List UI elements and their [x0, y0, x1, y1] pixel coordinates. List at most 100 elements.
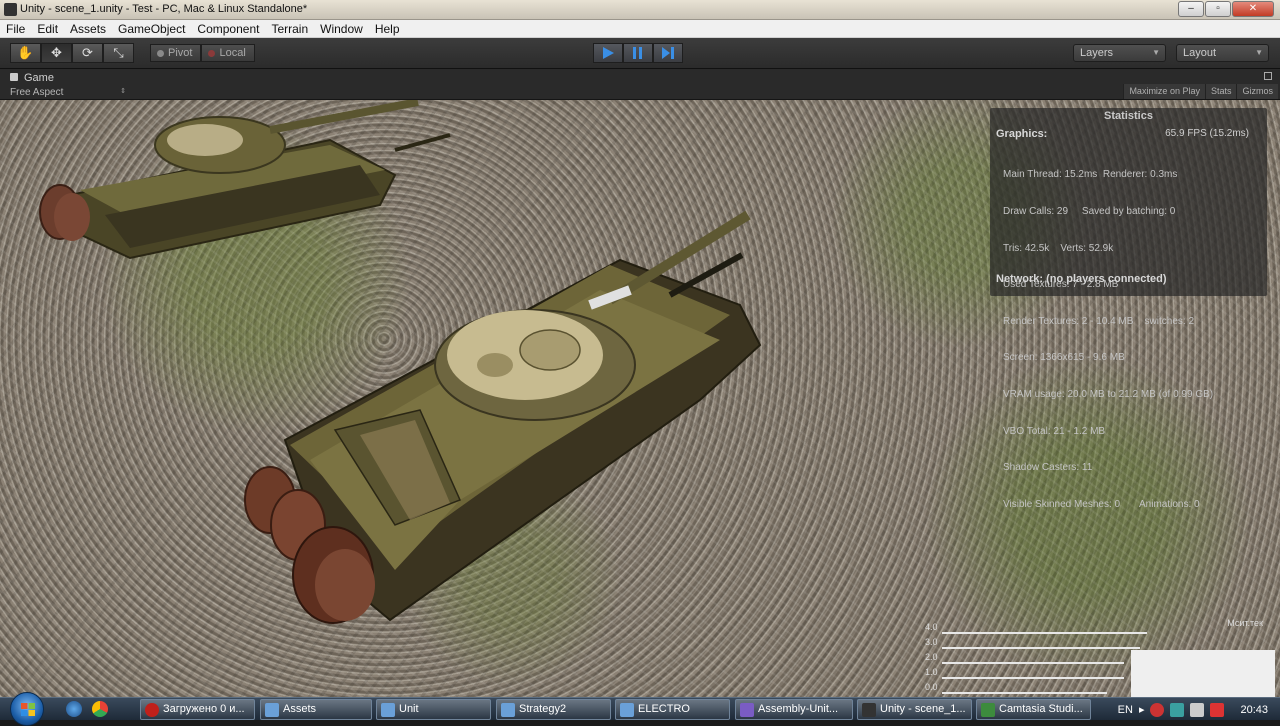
- rotate-icon: ⟳: [82, 45, 93, 60]
- menu-terrain[interactable]: Terrain: [265, 20, 314, 37]
- network-icon[interactable]: [1170, 702, 1185, 717]
- unity-icon: [862, 703, 876, 717]
- taskbar-button-label: Camtasia Studi...: [999, 703, 1083, 715]
- chevron-updown-icon: ⇕: [120, 88, 126, 95]
- folder-icon: [381, 703, 395, 717]
- statistics-title: Statistics: [1104, 110, 1153, 122]
- move-tool-button[interactable]: ✥: [41, 43, 72, 63]
- layers-label: Layers: [1080, 47, 1114, 59]
- windows-logo-icon: [21, 703, 35, 716]
- taskbar-button-label: Unity - scene_1...: [880, 703, 966, 715]
- step-icon: [662, 47, 674, 59]
- stat-line: VRAM usage: 20.0 MB to 21.2 MB (of 0.99 …: [1003, 389, 1214, 401]
- chrome-icon[interactable]: [92, 701, 108, 717]
- menu-assets[interactable]: Assets: [64, 20, 112, 37]
- meter-tick: 4.0: [925, 622, 938, 632]
- aspect-dropdown[interactable]: Free Aspect ⇕: [10, 87, 128, 98]
- minimize-button[interactable]: –: [1178, 1, 1204, 17]
- unity-app-icon: [4, 3, 17, 16]
- stat-line: Visible Skinned Meshes: 0 Animations: 0: [1003, 498, 1200, 510]
- layout-dropdown[interactable]: Layout ▼: [1176, 44, 1269, 62]
- meter-tick: 0.0: [925, 682, 938, 692]
- local-icon: [208, 49, 216, 57]
- taskbar-button[interactable]: Camtasia Studi...: [976, 699, 1091, 720]
- taskbar-button[interactable]: Unit: [376, 699, 491, 720]
- taskbar-button[interactable]: Assembly-Unit...: [735, 699, 853, 720]
- menu-help[interactable]: Help: [369, 20, 406, 37]
- game-tab-label: Game: [24, 72, 54, 84]
- taskbar-button-label: Strategy2: [519, 703, 567, 715]
- meter-bar: [942, 692, 1107, 694]
- taskbar-button-label: Assembly-Unit...: [758, 703, 839, 715]
- game-options: Maximize on Play Stats Gizmos: [1123, 84, 1278, 99]
- start-button[interactable]: [10, 692, 44, 726]
- taskbar-button[interactable]: Assets: [260, 699, 372, 720]
- menu-file[interactable]: File: [0, 20, 31, 37]
- panel-menu-icon[interactable]: [1264, 72, 1272, 80]
- pause-button[interactable]: [623, 43, 653, 63]
- language-indicator[interactable]: EN: [1118, 704, 1133, 716]
- menu-component[interactable]: Component: [191, 20, 265, 37]
- menu-window[interactable]: Window: [314, 20, 369, 37]
- media-player-icon[interactable]: [66, 701, 82, 717]
- record-icon[interactable]: [1150, 702, 1165, 717]
- game-panel-header: Game Free Aspect ⇕ Maximize on Play Stats…: [0, 69, 1280, 100]
- camtasia-icon: [981, 703, 995, 717]
- windows-taskbar: Загружено 0 и... Assets Unit Strategy2 E…: [0, 692, 1280, 726]
- aspect-label: Free Aspect: [10, 87, 64, 98]
- fps-readout: 65.9 FPS (15.2ms): [1165, 128, 1249, 139]
- tray-expand-icon[interactable]: ▸: [1139, 703, 1145, 716]
- taskbar-button-label: Assets: [283, 703, 317, 715]
- meter-bar: [942, 632, 1147, 634]
- rotate-tool-button[interactable]: ⟳: [72, 43, 103, 63]
- meter-bar: [942, 662, 1124, 664]
- stat-line: Main Thread: 15.2ms Renderer: 0.3ms: [1003, 169, 1178, 181]
- taskbar-button-label: ELECTRO: [638, 703, 690, 715]
- window-title: Unity - scene_1.unity - Test - PC, Mac &…: [20, 3, 308, 15]
- close-button[interactable]: ✕: [1232, 1, 1274, 17]
- game-tab-icon: [10, 73, 18, 81]
- taskbar-button[interactable]: Загружено 0 и...: [140, 699, 255, 720]
- volume-icon[interactable]: [1190, 702, 1205, 717]
- taskbar-button[interactable]: Strategy2: [496, 699, 611, 720]
- menu-edit[interactable]: Edit: [31, 20, 64, 37]
- stat-line: Tris: 42.5k Verts: 52.9k: [1003, 242, 1114, 254]
- local-toggle[interactable]: Local: [201, 44, 255, 62]
- layers-dropdown[interactable]: Layers ▼: [1073, 44, 1166, 62]
- chevron-down-icon: ▼: [1255, 48, 1263, 57]
- hand-icon: ✋: [17, 45, 34, 60]
- meter-scale: 4.0 3.0 2.0 1.0 0.0: [925, 620, 938, 695]
- meter-tick: 1.0: [925, 667, 938, 677]
- pivot-toggle[interactable]: Pivot: [150, 44, 202, 62]
- local-label: Local: [219, 47, 246, 59]
- maximize-on-play-toggle[interactable]: Maximize on Play: [1123, 84, 1205, 99]
- pivot-label: Pivot: [168, 47, 193, 59]
- step-button[interactable]: [653, 43, 683, 63]
- stat-line: Shadow Casters: 11: [1003, 462, 1093, 474]
- opera-icon: [145, 703, 159, 717]
- taskbar-button[interactable]: Unity - scene_1...: [857, 699, 972, 720]
- flag-icon[interactable]: [1210, 702, 1225, 717]
- meter-bar: [942, 677, 1124, 679]
- play-button[interactable]: [593, 43, 623, 63]
- monodevelop-icon: [740, 703, 754, 717]
- stats-toggle[interactable]: Stats: [1204, 84, 1237, 99]
- folder-icon: [265, 703, 279, 717]
- system-tray: EN ▸ 20:43: [1118, 698, 1280, 721]
- taskbar-button-label: Загружено 0 и...: [163, 703, 245, 715]
- tab-game[interactable]: Game: [6, 71, 54, 86]
- taskbar-button[interactable]: ELECTRO: [615, 699, 730, 720]
- quick-launch: [66, 701, 108, 717]
- menu-gameobject[interactable]: GameObject: [112, 20, 191, 37]
- gizmos-dropdown[interactable]: Gizmos: [1236, 84, 1278, 99]
- meter-label: Мсит.тек: [1227, 618, 1263, 628]
- clock[interactable]: 20:43: [1240, 704, 1268, 716]
- scale-tool-button[interactable]: ⤡: [103, 43, 134, 63]
- taskbar-button-label: Unit: [399, 703, 419, 715]
- folder-icon: [501, 703, 515, 717]
- maximize-button[interactable]: ▫: [1205, 1, 1231, 17]
- pivot-toggles: Pivot Local: [150, 44, 255, 62]
- hand-tool-button[interactable]: ✋: [10, 43, 41, 63]
- pause-icon: [633, 47, 642, 59]
- folder-icon: [620, 703, 634, 717]
